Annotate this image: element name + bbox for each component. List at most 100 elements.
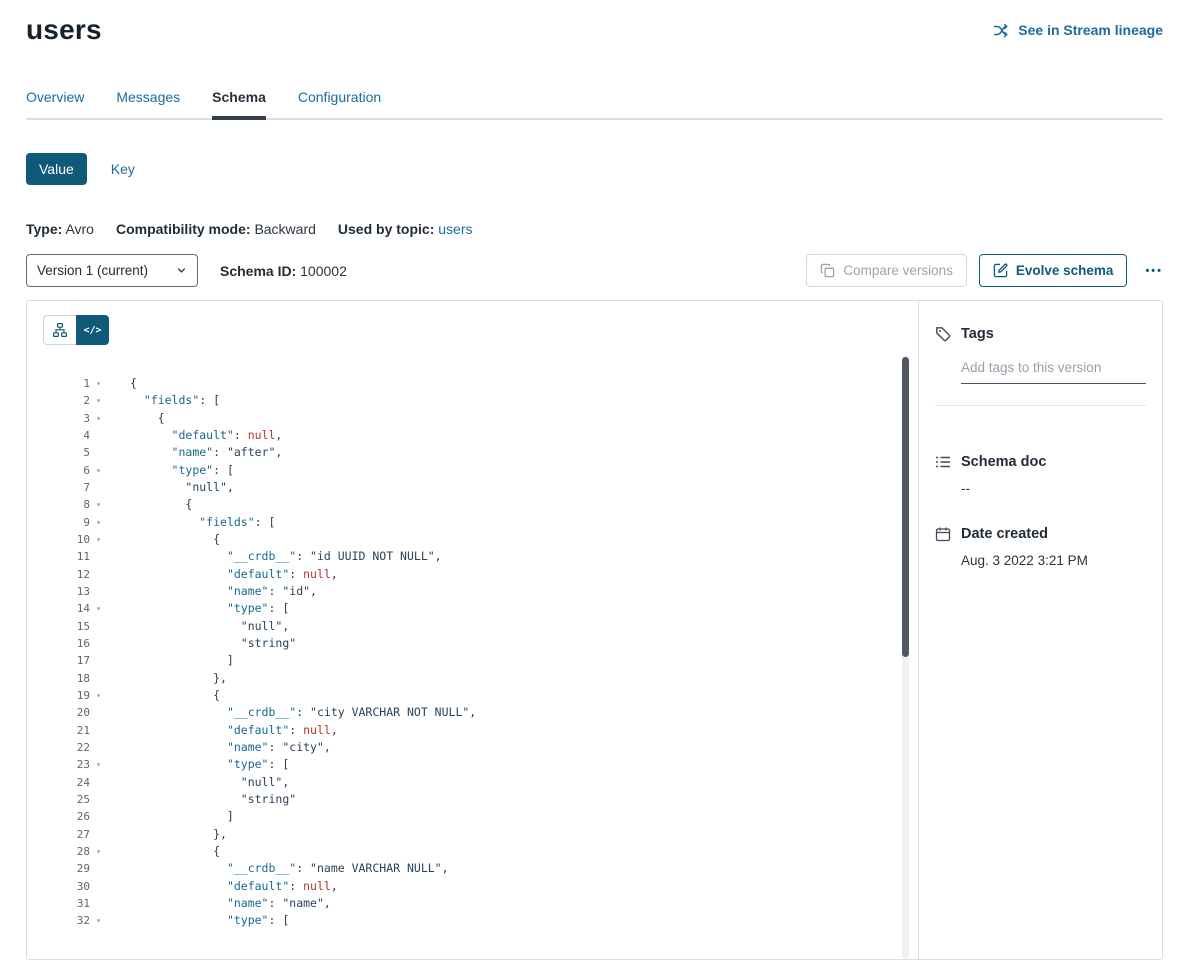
code-text: { (130, 687, 220, 704)
chevron-down-icon (176, 265, 187, 276)
code-line: 2▾ "fields": [ (27, 392, 918, 409)
code-line: 19▾ { (27, 687, 918, 704)
tab-overview[interactable]: Overview (26, 89, 84, 118)
code-editor[interactable]: 1▾{2▾ "fields": [3▾ {4 "default": null,5… (27, 375, 918, 945)
code-line: 20 "__crdb__": "city VARCHAR NOT NULL", (27, 704, 918, 721)
line-number: 28 (27, 843, 90, 860)
tree-view-button[interactable] (43, 315, 76, 345)
fold-spacer (90, 739, 107, 756)
date-created-section: Date created Aug. 3 2022 3:21 PM (935, 526, 1146, 568)
code-line: 8▾ { (27, 496, 918, 513)
line-number: 8 (27, 496, 90, 513)
topic-users-link[interactable]: users (438, 221, 472, 237)
code-text: }, (130, 670, 227, 687)
schema-doc-header: Schema doc (935, 454, 1146, 470)
tab-configuration[interactable]: Configuration (298, 89, 381, 118)
fold-toggle-icon[interactable]: ▾ (90, 410, 107, 427)
fold-toggle-icon[interactable]: ▾ (90, 375, 107, 392)
date-created-title: Date created (961, 526, 1048, 542)
tab-schema[interactable]: Schema (212, 89, 266, 118)
line-number: 13 (27, 583, 90, 600)
line-number: 7 (27, 479, 90, 496)
fold-spacer (90, 895, 107, 912)
tags-title: Tags (961, 326, 994, 342)
line-number: 22 (27, 739, 90, 756)
schema-id-value: 100002 (300, 263, 347, 279)
code-text: "fields": [ (130, 514, 275, 531)
version-select-value: Version 1 (current) (37, 263, 148, 278)
fold-toggle-icon[interactable]: ▾ (90, 756, 107, 773)
code-scrollbar[interactable] (902, 355, 909, 959)
code-line: 29 "__crdb__": "name VARCHAR NULL", (27, 860, 918, 877)
code-line: 26 ] (27, 808, 918, 825)
evolve-schema-label: Evolve schema (1016, 263, 1114, 278)
line-number: 12 (27, 566, 90, 583)
stream-lineage-link[interactable]: See in Stream lineage (993, 22, 1163, 38)
fold-toggle-icon[interactable]: ▾ (90, 600, 107, 617)
schema-doc-value: -- (961, 481, 1146, 496)
date-created-header: Date created (935, 526, 1146, 542)
stream-lineage-icon (993, 23, 1010, 38)
code-view-icon: </> (83, 325, 101, 336)
line-number: 29 (27, 860, 90, 877)
line-number: 4 (27, 427, 90, 444)
fold-toggle-icon[interactable]: ▾ (90, 392, 107, 409)
type-label: Type: (26, 221, 62, 237)
code-text: ] (130, 808, 234, 825)
line-number: 26 (27, 808, 90, 825)
tab-messages[interactable]: Messages (116, 89, 180, 118)
meta-row: Type: Avro Compatibility mode: Backward … (26, 221, 1163, 237)
page-header: users See in Stream lineage (26, 0, 1163, 46)
line-number: 27 (27, 826, 90, 843)
more-options-button[interactable]: ••• (1145, 265, 1163, 277)
fold-spacer (90, 479, 107, 496)
key-tab-button[interactable]: Key (111, 161, 135, 177)
view-toggle: </> (43, 315, 109, 345)
line-number: 23 (27, 756, 90, 773)
code-line: 18 }, (27, 670, 918, 687)
code-text: "type": [ (130, 600, 289, 617)
tags-section-header: Tags (935, 326, 1146, 342)
fold-toggle-icon[interactable]: ▾ (90, 496, 107, 513)
fold-toggle-icon[interactable]: ▾ (90, 687, 107, 704)
edit-icon (993, 263, 1008, 278)
fold-spacer (90, 878, 107, 895)
fold-spacer (90, 427, 107, 444)
code-line: 25 "string" (27, 791, 918, 808)
compat-value: Backward (254, 221, 315, 237)
code-text: "default": null, (130, 427, 282, 444)
tags-input[interactable] (961, 360, 1146, 384)
compare-versions-icon (820, 263, 835, 278)
code-line: 3▾ { (27, 410, 918, 427)
sidebar-divider (935, 405, 1146, 406)
line-number: 25 (27, 791, 90, 808)
evolve-schema-button[interactable]: Evolve schema (979, 254, 1128, 287)
code-line: 4 "default": null, (27, 427, 918, 444)
version-select[interactable]: Version 1 (current) (26, 254, 198, 287)
schema-doc-section: Schema doc -- (935, 454, 1146, 496)
code-view-button[interactable]: </> (76, 315, 109, 345)
code-text: "type": [ (130, 462, 234, 479)
compat-group: Compatibility mode: Backward (116, 221, 316, 237)
fold-toggle-icon[interactable]: ▾ (90, 843, 107, 860)
code-text: "name": "id", (130, 583, 317, 600)
fold-toggle-icon[interactable]: ▾ (90, 462, 107, 479)
compare-versions-button[interactable]: Compare versions (806, 254, 967, 287)
code-text: "__crdb__": "id UUID NOT NULL", (130, 548, 442, 565)
code-line: 28▾ { (27, 843, 918, 860)
fold-toggle-icon[interactable]: ▾ (90, 531, 107, 548)
code-line: 31 "name": "name", (27, 895, 918, 912)
fold-spacer (90, 791, 107, 808)
code-text: "null", (130, 618, 289, 635)
code-line: 9▾ "fields": [ (27, 514, 918, 531)
scrollbar-thumb[interactable] (902, 357, 909, 657)
topic-label: Used by topic: (338, 221, 434, 237)
line-number: 30 (27, 878, 90, 895)
code-line: 17 ] (27, 652, 918, 669)
line-number: 10 (27, 531, 90, 548)
value-tab-button[interactable]: Value (26, 153, 87, 185)
fold-toggle-icon[interactable]: ▾ (90, 912, 107, 929)
fold-toggle-icon[interactable]: ▾ (90, 514, 107, 531)
code-text: "name": "name", (130, 895, 331, 912)
code-line: 32▾ "type": [ (27, 912, 918, 929)
